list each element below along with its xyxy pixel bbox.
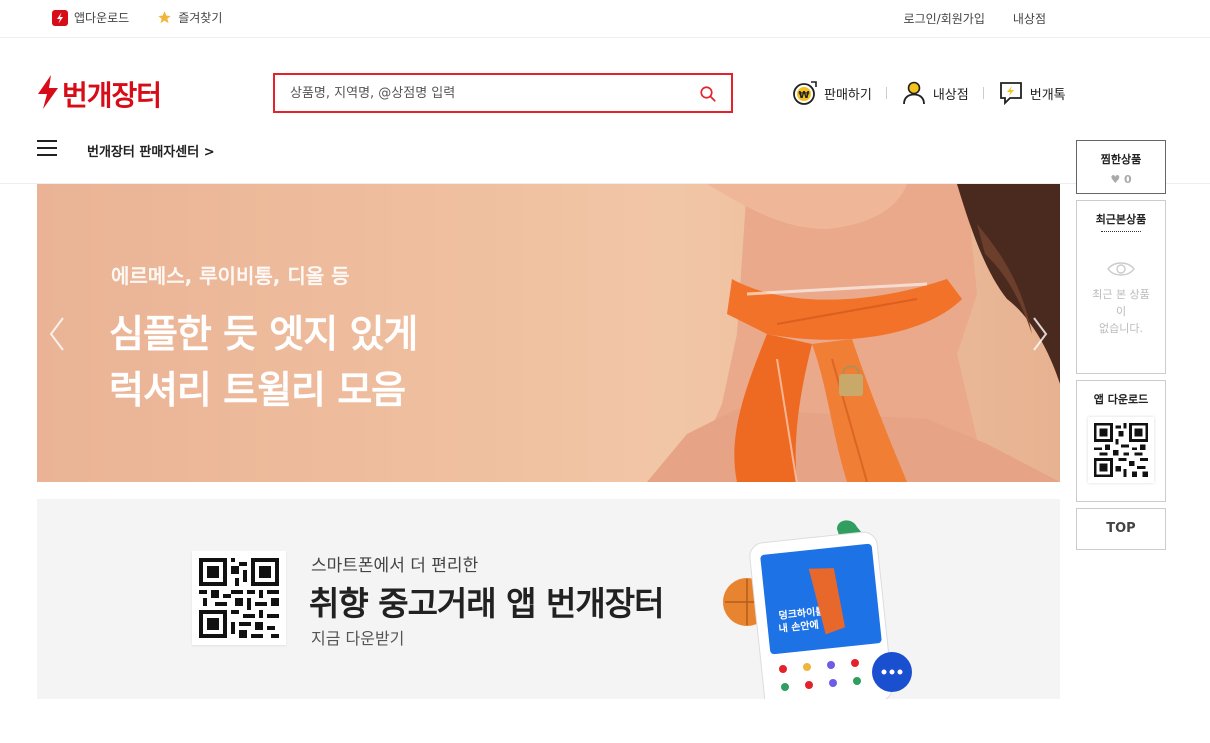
bookmark-link[interactable]: 즐겨찾기: [157, 9, 222, 26]
banner-subtitle: 에르메스, 루이비통, 디올 등: [111, 264, 350, 288]
wishlist-count: ♥ 0: [1077, 173, 1165, 186]
sell-button[interactable]: ₩ 판매하기: [792, 80, 872, 106]
header-menu: ₩ 판매하기 내상점 번개톡: [792, 80, 1066, 106]
main-banner[interactable]: 에르메스, 루이비통, 디올 등 심플한 듯 엣지 있게 럭셔리 트윌리 모음: [37, 184, 1060, 482]
app-download-link[interactable]: 앱다운로드: [52, 9, 129, 26]
svg-text:₩: ₩: [798, 90, 809, 101]
talk-label: 번개톡: [1029, 87, 1066, 103]
wishlist-box[interactable]: 찜한상품 ♥ 0: [1076, 140, 1166, 194]
banner-title-line1: 심플한 듯 엣지 있게: [109, 312, 418, 356]
eye-icon: [1077, 260, 1165, 282]
app-download-banner[interactable]: 스마트폰에서 더 편리한 취향 중고거래 앱 번개장터 지금 다운받기 덩크하이…: [37, 499, 1060, 699]
search-icon[interactable]: [699, 85, 717, 107]
recent-empty-line1: 최근 본 상품: [1092, 288, 1150, 301]
divider: [885, 87, 887, 99]
search-input[interactable]: [275, 75, 675, 111]
logo-text: 번개장터: [62, 79, 162, 112]
qr-code: [192, 551, 286, 645]
recent-items-box: 최근본상품 최근 본 상품 이 없습니다.: [1076, 200, 1166, 374]
won-coin-icon: ₩: [792, 80, 818, 106]
login-signup-link[interactable]: 로그인/회원가입: [904, 10, 985, 27]
heart-icon: ♥: [1110, 173, 1121, 186]
top-utility-bar: 앱다운로드 즐겨찾기 로그인/회원가입 내상점: [0, 0, 1210, 38]
my-shop-button[interactable]: 내상점: [901, 80, 969, 106]
seller-center-link[interactable]: 번개장터 판매자센터 >: [87, 141, 215, 160]
logo[interactable]: 번개장터: [36, 74, 162, 114]
recent-empty-line2: 이: [1115, 305, 1127, 318]
banner-next-icon[interactable]: [1030, 314, 1050, 358]
talk-button[interactable]: 번개톡: [998, 80, 1066, 106]
my-shop-top-link[interactable]: 내상점: [1013, 10, 1046, 27]
app-download-label: 앱다운로드: [74, 11, 130, 25]
my-shop-label: 내상점: [932, 87, 969, 103]
bookmark-label: 즐겨찾기: [178, 11, 223, 25]
banner-title-line2: 럭셔리 트윌리 모음: [109, 368, 406, 412]
app-banner-line1: 스마트폰에서 더 편리한: [311, 556, 479, 576]
lightning-logo-icon: [36, 75, 60, 113]
recent-empty-text: 최근 본 상품 이 없습니다.: [1077, 286, 1165, 337]
recent-empty-line3: 없습니다.: [1099, 322, 1143, 335]
banner-prev-icon[interactable]: [47, 314, 67, 358]
search-bar: [273, 73, 733, 113]
scarf-model-image: [647, 184, 1060, 482]
recent-title: 최근본상품: [1095, 213, 1147, 226]
app-download-title: 앱 다운로드: [1093, 393, 1149, 406]
wishlist-count-value: 0: [1124, 173, 1132, 186]
divider: [982, 87, 984, 99]
wishlist-title: 찜한상품: [1100, 153, 1142, 166]
category-row: 번개장터 판매자센터 >: [0, 130, 1210, 184]
phone-mockup-image: 덩크하이를 내 손안에: [723, 520, 912, 699]
star-icon: [157, 10, 172, 25]
hamburger-icon[interactable]: [37, 140, 57, 156]
scroll-top-button[interactable]: TOP: [1076, 508, 1166, 550]
dotted-divider: [1101, 231, 1141, 232]
lightning-app-icon: [52, 9, 68, 26]
banner-title: 심플한 듯 엣지 있게 럭셔리 트윌리 모음: [109, 306, 418, 418]
person-icon: [901, 80, 927, 106]
app-banner-line3: 지금 다운받기: [311, 629, 405, 648]
chat-bolt-icon: [998, 80, 1024, 106]
side-qr-code: [1088, 417, 1154, 483]
app-download-box: 앱 다운로드: [1076, 380, 1166, 502]
sell-label: 판매하기: [824, 87, 872, 103]
app-banner-line2: 취향 중고거래 앱 번개장터: [309, 584, 664, 623]
